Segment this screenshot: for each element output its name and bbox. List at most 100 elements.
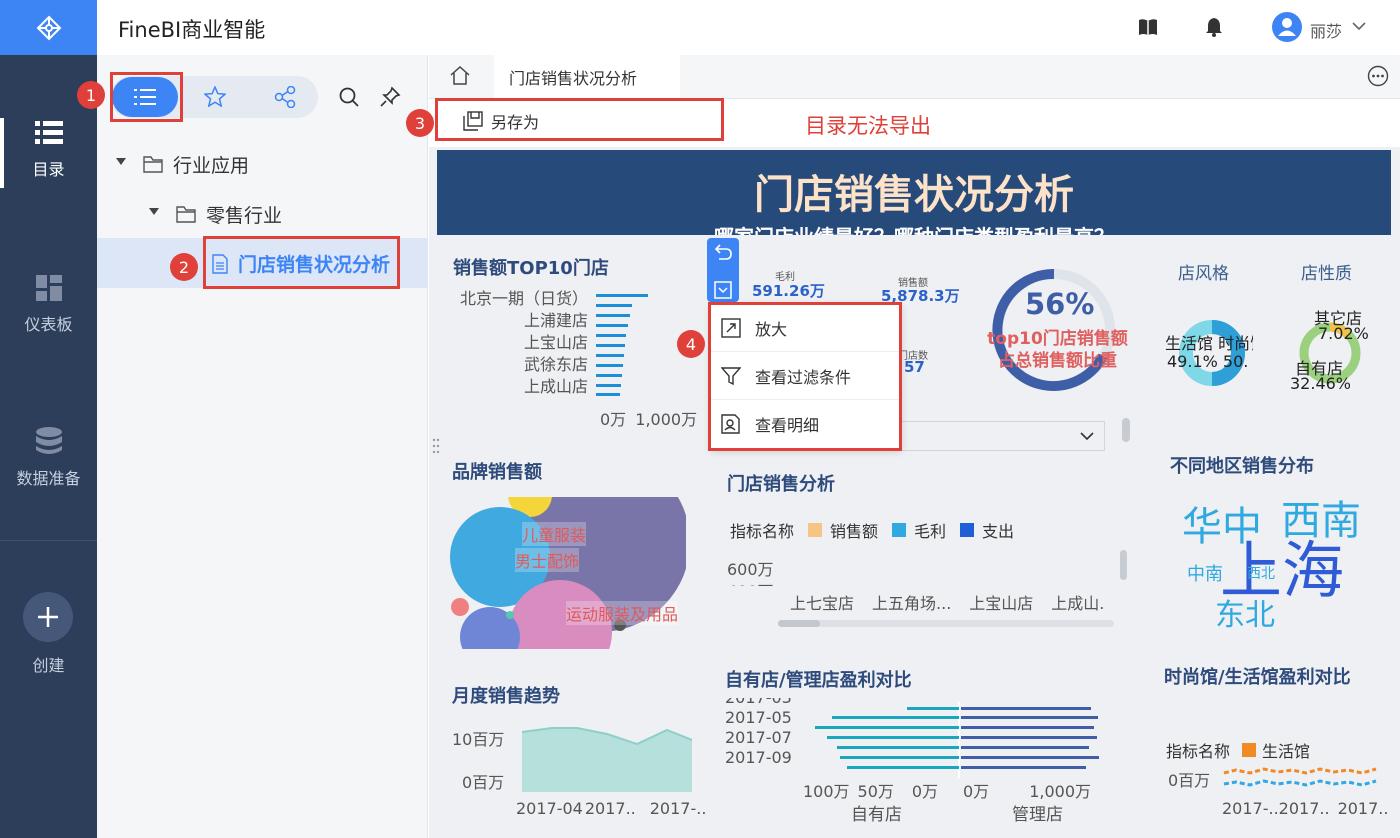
tree-label: 行业应用 xyxy=(173,155,250,177)
tab-store-sales[interactable]: 门店销售状况分析 xyxy=(494,55,680,99)
search-icon[interactable] xyxy=(339,87,359,107)
plus-icon xyxy=(38,607,58,627)
avatar[interactable] xyxy=(1272,12,1302,42)
create-button[interactable] xyxy=(23,592,73,642)
chevron-down-icon xyxy=(1080,432,1094,441)
tree-folder-retail[interactable]: 零售行业 xyxy=(176,201,282,228)
ring-percent: 56% xyxy=(1025,287,1095,321)
top10-title: 销售额TOP10门店 xyxy=(453,258,609,279)
y-tick: 600万 xyxy=(727,560,774,579)
kpi-profit-value: 591.26万 xyxy=(752,282,825,300)
store-analysis-x-axis: 上七宝店 上五角场... 上宝山店 上成山. xyxy=(790,590,1116,614)
x-tick: 2017-.. xyxy=(1222,799,1279,818)
banner-title: 门店销售状况分析 xyxy=(754,172,1074,218)
axis-tick: 0万 xyxy=(600,410,627,429)
store-label: 上成山店 xyxy=(523,377,588,396)
top10-axis: 0万 1,000万 xyxy=(600,406,697,430)
store-label: 武徐东店 xyxy=(523,355,588,374)
banner-subtitle: 哪家门店业绩最好？哪种门店类型盈利最高？ xyxy=(437,221,1391,235)
drag-handle-icon[interactable] xyxy=(432,438,440,454)
user-name[interactable]: 丽莎 xyxy=(1310,18,1342,42)
app-title: FineBI商业智能 xyxy=(118,18,266,42)
bell-icon[interactable] xyxy=(1205,17,1223,37)
legend-item: 销售额 xyxy=(830,522,879,541)
list-icon xyxy=(34,121,63,144)
dashboard-banner: 门店销售状况分析 哪家门店业绩最好？哪种门店类型盈利最高？ xyxy=(437,150,1391,235)
row-label: 2017-05 xyxy=(725,708,792,727)
create-label: 创建 xyxy=(32,656,65,675)
caret-down-icon[interactable] xyxy=(149,208,159,216)
legend-title: 指标名称 xyxy=(730,522,795,541)
folder-icon xyxy=(143,156,163,173)
nav-item-catalog[interactable]: 目录 xyxy=(0,100,97,200)
x-tick: 上五角场... xyxy=(872,594,952,613)
ring-text-2: 占总销售额比重 xyxy=(998,351,1117,371)
region-word: 东北 xyxy=(1215,598,1275,633)
horizontal-scrollbar[interactable] xyxy=(778,620,1114,627)
nav-item-dashboard[interactable]: 仪表板 xyxy=(0,255,97,355)
tree-label: 零售行业 xyxy=(206,205,283,227)
x-tick: 2017.. xyxy=(1337,799,1389,818)
annotation-badge-3: 3 xyxy=(406,109,434,137)
y-tick: 400万 xyxy=(727,578,774,586)
region-title: 不同地区销售分布 xyxy=(1170,456,1314,477)
user-icon xyxy=(1278,18,1296,36)
scroll-thumb[interactable] xyxy=(778,620,820,627)
legend-item: 支出 xyxy=(982,522,1015,541)
share-icon[interactable] xyxy=(274,86,296,108)
vertical-scrollbar[interactable] xyxy=(1120,550,1127,580)
own-vs-mgmt-title: 自有店/管理店盈利对比 xyxy=(725,670,912,691)
y-tick: 10百万 xyxy=(452,730,505,749)
x-tick: 50万 xyxy=(857,782,894,801)
chevron-down-icon[interactable] xyxy=(1352,22,1366,31)
star-icon[interactable] xyxy=(204,86,226,107)
fashion-life-x-axis: 2017-.. 2017.. 2017.. xyxy=(1222,799,1388,818)
legend-title: 指标名称 xyxy=(1166,742,1231,761)
legend-item: 毛利 xyxy=(914,522,947,541)
monthly-title: 月度销售趋势 xyxy=(452,686,560,707)
nature-a-value: 7.02% xyxy=(1318,324,1369,343)
store-label: 北京一期（日货） xyxy=(459,289,588,308)
tree-folder-industry[interactable]: 行业应用 xyxy=(143,151,249,178)
x-tick: 0万 xyxy=(911,782,939,801)
annotation-box-1 xyxy=(110,72,183,122)
row-label: 2017-07 xyxy=(725,728,792,747)
more-icon[interactable] xyxy=(1367,65,1389,87)
x-tick: 上宝山店 xyxy=(969,594,1034,613)
own-vs-mgmt-rows: 2017-03 2017-05 2017-07 2017-09 xyxy=(725,698,792,778)
region-word: 西北 xyxy=(1247,566,1275,582)
dashboard-icon xyxy=(35,275,62,301)
nature-title: 店性质 xyxy=(1301,264,1352,284)
home-icon[interactable] xyxy=(450,66,470,85)
brand-label: 儿童服装 xyxy=(522,522,587,546)
caret-down-icon[interactable] xyxy=(116,158,126,166)
mgmt-axis: 0万 1,000万 xyxy=(963,778,1091,802)
own-axis: 100万 50万 0万 xyxy=(803,778,938,802)
logo-icon xyxy=(36,15,61,40)
x-tick: 2017-04 xyxy=(516,799,583,818)
fashion-life-title: 时尚馆/生活馆盈利对比 xyxy=(1164,667,1351,688)
region-word: 中南 xyxy=(1187,564,1223,585)
nav-item-data-prep[interactable]: 数据准备 xyxy=(0,408,97,508)
own-axis-title: 自有店 xyxy=(851,805,902,825)
style-a-label: 生活馆 xyxy=(1165,334,1214,353)
app-logo[interactable] xyxy=(0,0,97,55)
nature-b-value: 32.46% xyxy=(1290,374,1350,393)
undo-icon[interactable] xyxy=(707,238,739,270)
pin-icon[interactable] xyxy=(380,86,401,107)
style-values: 49.1% 50.9% xyxy=(1167,352,1249,371)
filter-select[interactable] xyxy=(900,421,1105,451)
legend-swatch xyxy=(808,523,823,537)
brand-title: 品牌销售额 xyxy=(452,462,542,483)
database-icon xyxy=(35,427,62,454)
style-labels: 生活馆 时尚馆 xyxy=(1165,330,1253,354)
brand-label: 运动服装及用品 xyxy=(566,601,679,625)
brand-label: 男士配饰 xyxy=(515,548,580,572)
store-label: 上浦建店 xyxy=(523,311,588,330)
nav-label: 仪表板 xyxy=(24,315,73,334)
book-icon[interactable] xyxy=(1138,18,1158,36)
annotation-badge-2: 2 xyxy=(170,253,198,281)
legend-item: 生活馆 xyxy=(1262,742,1311,761)
top10-store-labels: 北京一期（日货） 上浦建店 上宝山店 武徐东店 上成山店 xyxy=(453,288,588,398)
scrollbar[interactable] xyxy=(1122,418,1130,442)
